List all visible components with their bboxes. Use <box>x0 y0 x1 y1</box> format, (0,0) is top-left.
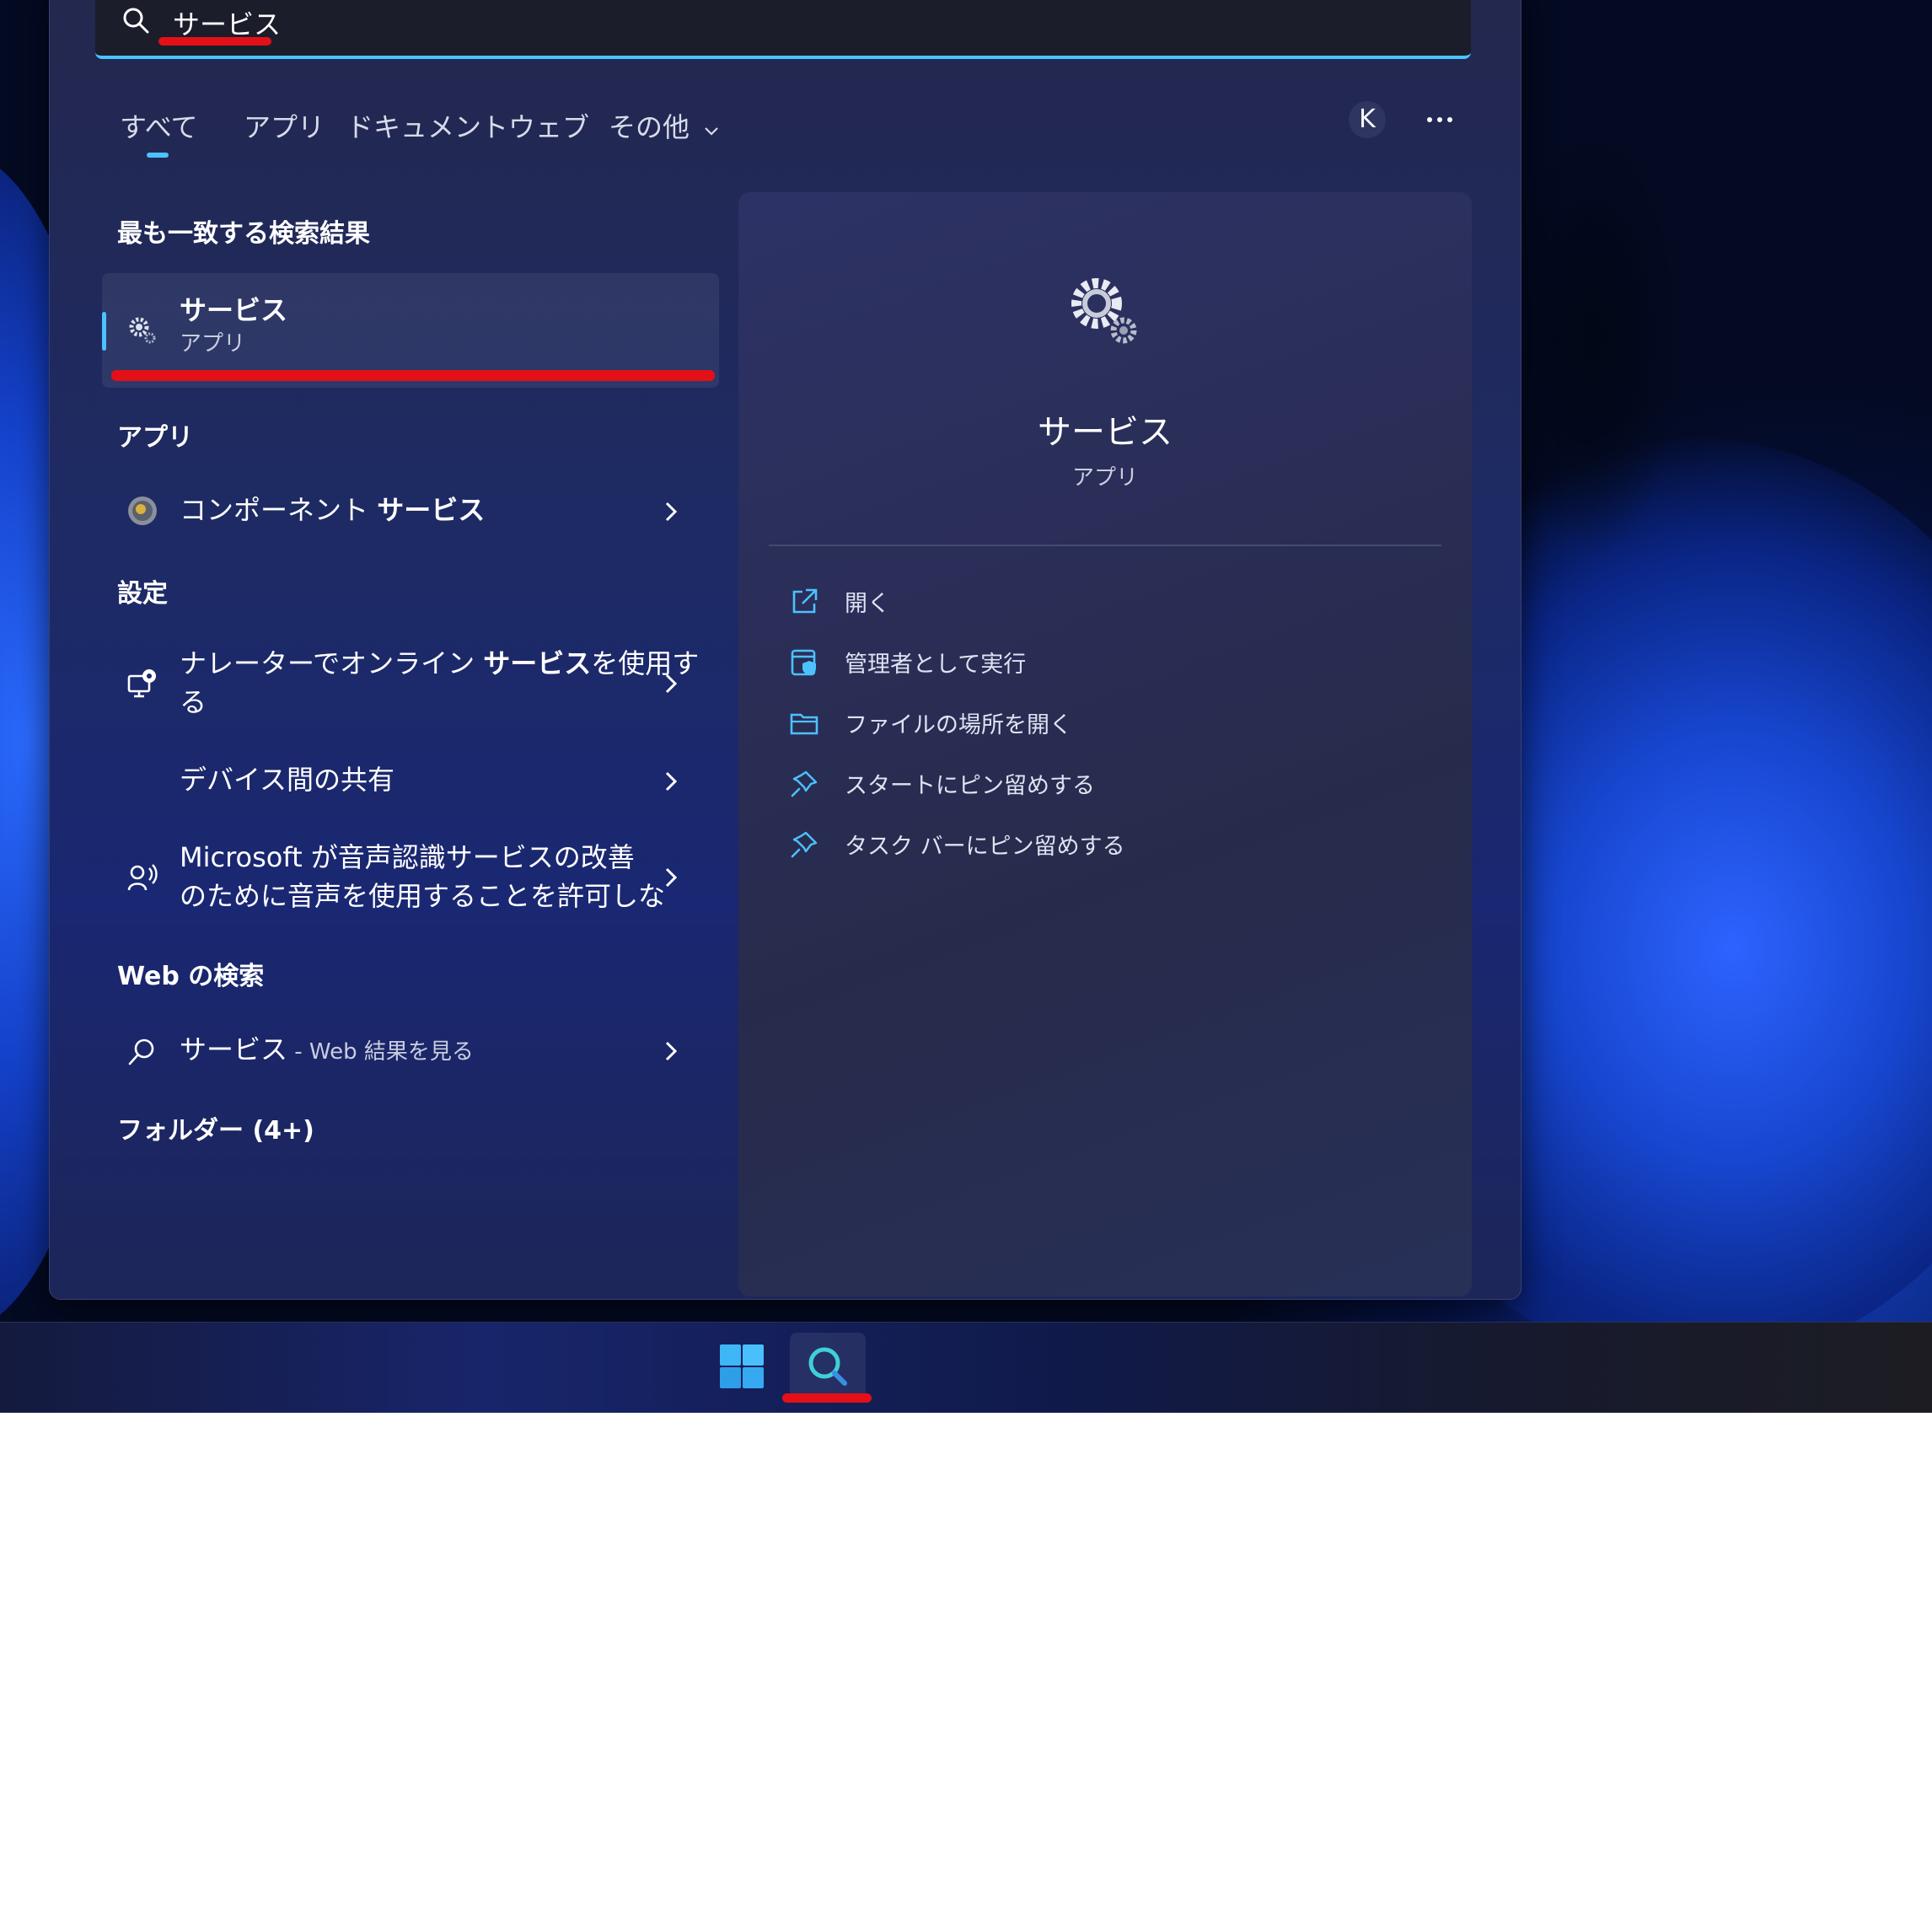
best-match-title: サービス <box>180 294 288 326</box>
action-label: ファイルの場所を開く <box>845 712 1072 738</box>
result-line2: る <box>180 686 207 718</box>
component-services-icon <box>128 496 157 525</box>
search-icon <box>128 1038 154 1065</box>
result-narrator-online-services[interactable]: ナレーターでオンライン サービスを使用す る <box>102 642 719 727</box>
tab-more[interactable]: その他 <box>609 106 720 145</box>
pin-icon <box>791 831 818 858</box>
action-label: スタートにピン留めする <box>845 773 1095 799</box>
search-input[interactable]: サービス <box>95 0 1471 59</box>
wallpaper-shadow <box>1500 118 1686 556</box>
chevron-right-icon <box>665 674 678 694</box>
speech-icon <box>127 864 158 891</box>
action-pin-to-taskbar[interactable]: タスク バーにピン留めする <box>789 824 1379 867</box>
result-line1: Microsoft が音声認識サービスの改善 <box>180 841 635 873</box>
result-web-search[interactable]: サービス - Web 結果を見る <box>102 1027 719 1074</box>
action-label: 管理者として実行 <box>845 652 1027 678</box>
best-match-heading: 最も一致する検索結果 <box>117 219 370 249</box>
tab-all[interactable]: すべて <box>120 106 197 145</box>
result-highlight: サービス <box>377 494 486 526</box>
result-highlight: サービス <box>483 647 592 679</box>
annotation-underline-taskbar-search <box>782 1393 872 1403</box>
result-line2: のために音声を使用することを許可しな <box>180 880 666 912</box>
folders-heading[interactable]: フォルダー (4+) <box>117 1109 314 1146</box>
web-suffix: - Web 結果を見る <box>287 1039 474 1065</box>
action-open[interactable]: 開く <box>789 582 1379 624</box>
pin-icon <box>791 770 818 797</box>
taskbar-search-button[interactable] <box>790 1333 866 1400</box>
tab-more-label: その他 <box>609 111 690 143</box>
result-label: デバイス間の共有 <box>180 764 395 796</box>
chevron-down-icon <box>705 127 718 136</box>
result-component-services[interactable]: コンポーネント サービス <box>102 482 719 541</box>
annotation-underline-best-match <box>111 370 715 381</box>
narrator-icon <box>127 669 156 698</box>
windows-start-icon[interactable] <box>718 1343 765 1390</box>
web-query: サービス <box>180 1033 288 1065</box>
web-search-heading: Web の検索 <box>117 962 265 991</box>
annotation-underline-search <box>158 37 271 46</box>
result-speech-recognition[interactable]: Microsoft が音声認識サービスの改善 のために音声を使用することを許可し… <box>102 838 719 922</box>
tab-web[interactable]: ウェブ <box>508 106 589 145</box>
selection-accent <box>102 312 106 351</box>
result-prefix: ナレーターでオンライン <box>180 647 484 679</box>
tab-documents[interactable]: ドキュメント <box>346 106 508 145</box>
detail-divider <box>769 545 1441 546</box>
action-open-file-location[interactable]: ファイルの場所を開く <box>789 703 1379 745</box>
action-pin-to-start[interactable]: スタートにピン留めする <box>789 764 1379 806</box>
tab-selected-indicator <box>147 153 169 158</box>
search-icon <box>123 8 149 34</box>
action-label: 開く <box>845 591 890 617</box>
best-match-subtitle: アプリ <box>180 331 246 357</box>
chevron-right-icon <box>665 867 678 888</box>
result-prefix: コンポーネント <box>180 494 378 526</box>
account-avatar[interactable]: K <box>1349 101 1386 138</box>
tab-apps[interactable]: アプリ <box>244 106 325 145</box>
detail-subtitle: アプリ <box>1071 465 1138 491</box>
services-gear-icon <box>129 317 156 344</box>
action-run-as-admin[interactable]: 管理者として実行 <box>789 642 1379 684</box>
apps-heading: アプリ <box>117 423 193 453</box>
result-suffix: を使用す <box>591 647 700 679</box>
open-external-icon <box>792 588 818 614</box>
folder-icon <box>790 713 818 735</box>
settings-heading: 設定 <box>117 579 168 609</box>
shield-admin-icon <box>791 649 816 676</box>
taskbar <box>0 1322 1932 1413</box>
chevron-right-icon <box>665 771 678 792</box>
details-pane: サービス アプリ 開く 管理者として実行 ファイルの場所を開く スタートにピン留… <box>738 192 1472 1296</box>
result-device-sharing[interactable]: デバイス間の共有 <box>102 757 719 804</box>
action-label: タスク バーにピン留めする <box>845 834 1125 860</box>
desktop: サービス すべて アプリ ドキュメント ウェブ その他 K 最も一致する検索結果… <box>0 0 1932 1413</box>
chevron-right-icon <box>665 1041 678 1061</box>
search-icon <box>808 1347 847 1386</box>
more-options-icon[interactable] <box>1425 110 1455 130</box>
detail-title: サービス <box>1038 413 1173 452</box>
services-gear-icon <box>1071 278 1137 344</box>
chevron-right-icon <box>665 502 678 522</box>
